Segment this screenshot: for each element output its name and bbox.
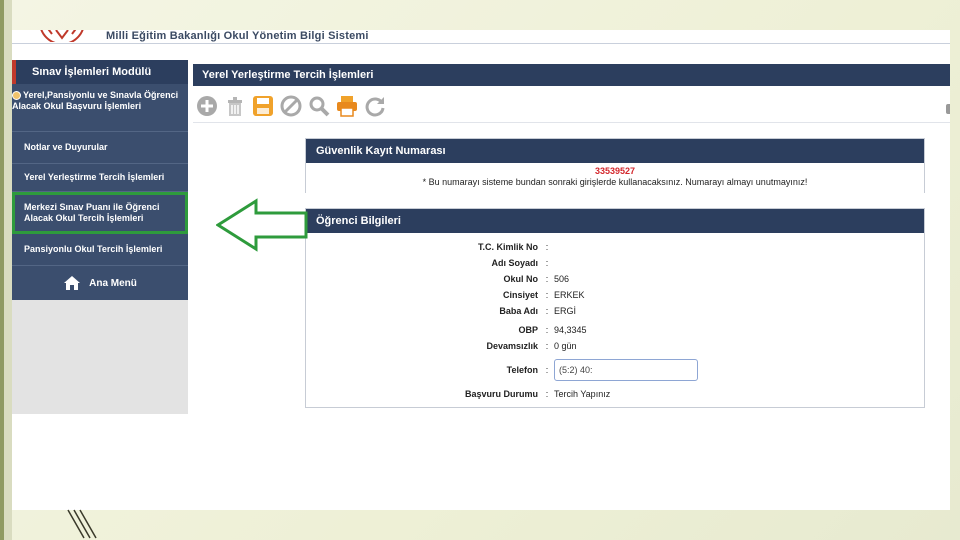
info-colon: : — [545, 258, 549, 268]
student-panel-title: Öğrenci Bilgileri — [306, 209, 924, 233]
info-colon: : — [545, 290, 549, 300]
home-menu-label: Ana Menü — [89, 277, 137, 289]
sidebar-item-notes[interactable]: Notlar ve Duyurular — [12, 132, 188, 164]
info-colon: : — [545, 306, 549, 316]
search-icon[interactable] — [307, 94, 331, 118]
sidebar-parent-label: Yerel,Pansiyonlu ve Sınavla Öğrenci Alac… — [12, 90, 179, 111]
info-label: OBP — [518, 325, 538, 335]
info-row-phone: Telefon: — [306, 356, 924, 384]
info-label: Devamsızlık — [486, 341, 538, 351]
cancel-icon[interactable] — [279, 94, 303, 118]
info-value: 506 — [554, 274, 570, 284]
phone-input[interactable] — [554, 359, 698, 381]
refresh-icon[interactable] — [363, 94, 387, 118]
home-menu-link[interactable]: Ana Menü — [12, 266, 188, 300]
sidebar-nav: Yerel,Pansiyonlu ve Sınavla Öğrenci Alac… — [12, 84, 188, 266]
save-icon[interactable] — [251, 94, 275, 118]
sidebar-item-label: Pansiyonlu Okul Tercih İşlemleri — [24, 244, 163, 254]
phone-field-wrap — [552, 359, 698, 381]
pointer-arrow-icon — [216, 198, 308, 252]
sidebar-title: Sınav İşlemleri Modülü — [12, 60, 188, 84]
meb-logo-icon — [40, 30, 84, 42]
status-value: Tercih Yapınız — [554, 389, 611, 399]
home-icon — [64, 276, 81, 290]
info-colon: : — [545, 274, 549, 284]
sidebar-item-label: Merkezi Sınav Puanı ile Öğrenci Alacak O… — [24, 201, 160, 223]
screenshot-area: Milli Eğitim Bakanlığı Okul Yönetim Bilg… — [12, 30, 950, 510]
info-value: ERGİ — [554, 306, 577, 316]
info-label: T.C. Kimlik No — [477, 242, 538, 252]
info-row-absence: Devamsızlık:0 gün — [306, 338, 924, 354]
info-colon: : — [545, 365, 549, 375]
info-row-father-name: Baba Adı: ERGİ — [306, 303, 924, 319]
scroll-handle-icon[interactable] — [946, 104, 950, 114]
info-label: Cinsiyet — [502, 290, 538, 300]
bullet-icon — [12, 91, 21, 101]
info-label: Baba Adı — [499, 306, 538, 316]
info-row-status: Başvuru Durumu: Tercih Yapınız — [306, 386, 924, 402]
info-label: Adı Soyadı — [491, 258, 538, 268]
info-row-name: Adı Soyadı: — [306, 255, 924, 271]
sidebar-parent-item[interactable]: Yerel,Pansiyonlu ve Sınavla Öğrenci Alac… — [12, 84, 188, 132]
sidebar-item-label: Notlar ve Duyurular — [24, 142, 108, 152]
content-header: Yerel Yerleştirme Tercih İşlemleri — [193, 64, 950, 86]
info-colon: : — [545, 389, 549, 399]
print-icon[interactable] — [335, 94, 359, 118]
status-label: Başvuru Durumu — [464, 389, 538, 399]
sidebar-item-boarding[interactable]: Pansiyonlu Okul Tercih İşlemleri — [12, 234, 188, 266]
app-header: Milli Eğitim Bakanlığı Okul Yönetim Bilg… — [12, 30, 950, 44]
info-value: ERKEK — [554, 290, 585, 300]
security-number: 33539527 — [594, 166, 636, 176]
toolbar — [195, 92, 387, 120]
sidebar-item-label: Yerel Yerleştirme Tercih İşlemleri — [24, 172, 165, 182]
sidebar: Sınav İşlemleri Modülü Yerel,Pansiyonlu … — [12, 60, 188, 414]
student-info-list: T.C. Kimlik No: Adı Soyadı: Okul No:506 … — [306, 233, 924, 402]
info-colon: : — [545, 242, 549, 252]
decorative-lines — [67, 509, 97, 539]
sidebar-item-local-placement[interactable]: Yerel Yerleştirme Tercih İşlemleri — [12, 164, 188, 192]
app-title: Milli Eğitim Bakanlığı Okul Yönetim Bilg… — [106, 30, 369, 42]
info-colon: : — [545, 341, 549, 351]
info-row-tc: T.C. Kimlik No: — [306, 239, 924, 255]
info-row-gender: Cinsiyet: ERKEK — [306, 287, 924, 303]
delete-icon[interactable] — [223, 94, 247, 118]
phone-label: Telefon — [506, 365, 538, 375]
info-row-school-no: Okul No:506 — [306, 271, 924, 287]
toolbar-divider — [193, 122, 950, 123]
security-panel: Güvenlik Kayıt Numarası 33539527 * Bu nu… — [305, 138, 925, 193]
info-value: 0 gün — [554, 341, 577, 351]
info-row-obp: OBP:94,3345 — [306, 322, 924, 338]
student-info-panel: Öğrenci Bilgileri T.C. Kimlik No: Adı So… — [305, 208, 925, 408]
info-colon: : — [545, 325, 549, 335]
add-icon[interactable] — [195, 94, 219, 118]
info-label: Okul No — [503, 274, 538, 284]
sidebar-item-central-exam[interactable]: Merkezi Sınav Puanı ile Öğrenci Alacak O… — [12, 192, 188, 234]
slide-frame-strip — [0, 0, 4, 540]
info-value: 94,3345 — [554, 325, 587, 335]
security-note: * Bu numarayı sisteme bundan sonraki gir… — [422, 177, 808, 187]
security-panel-title: Güvenlik Kayıt Numarası — [306, 139, 924, 163]
